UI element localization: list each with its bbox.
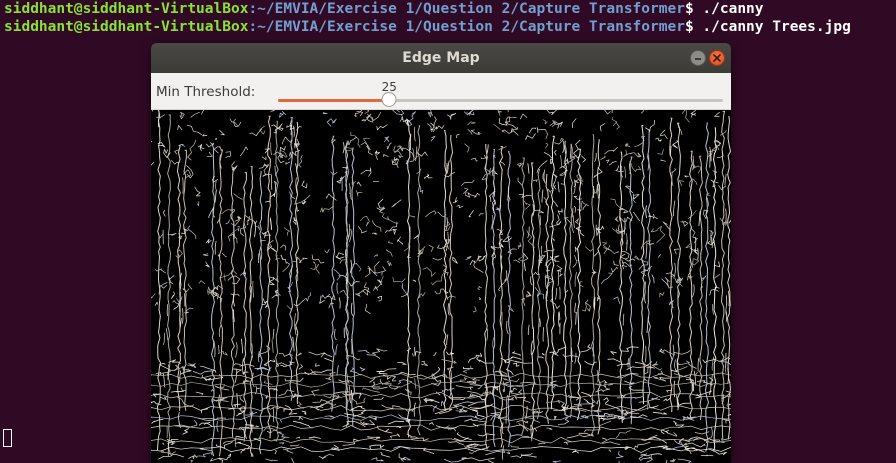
terminal-cursor[interactable] xyxy=(3,429,12,447)
terminal-path: :~/EMVIA/Exercise 1/Question 2/Capture T… xyxy=(248,1,685,17)
window-titlebar[interactable]: Edge Map xyxy=(151,43,731,73)
threshold-toolbar: Min Threshold: 25 xyxy=(151,73,731,110)
terminal-prompt: $ xyxy=(684,19,703,35)
edge-map-window[interactable]: Edge Map Min Threshold: 25 xyxy=(151,43,731,463)
window-title: Edge Map xyxy=(402,50,480,66)
terminal-path: :~/EMVIA/Exercise 1/Question 2/Capture T… xyxy=(248,19,685,35)
slider-label: Min Threshold: xyxy=(156,84,256,100)
terminal-line-2: siddhant@siddhant-VirtualBox:~/EMVIA/Exe… xyxy=(4,18,851,37)
terminal-line-1: siddhant@siddhant-VirtualBox:~/EMVIA/Exe… xyxy=(4,0,764,19)
threshold-slider[interactable] xyxy=(278,99,723,102)
terminal-prompt: $ xyxy=(684,1,703,17)
close-button[interactable] xyxy=(709,50,725,66)
slider-handle[interactable] xyxy=(381,92,397,107)
terminal-user: siddhant@siddhant-VirtualBox xyxy=(4,1,249,17)
terminal-command: ./canny xyxy=(702,1,764,17)
minimize-button[interactable] xyxy=(690,50,706,66)
terminal-user: siddhant@siddhant-VirtualBox xyxy=(4,19,249,35)
edge-map-image xyxy=(151,110,731,463)
slider-fill xyxy=(278,99,390,102)
terminal-command: ./canny Trees.jpg xyxy=(702,19,851,35)
close-icon xyxy=(713,54,721,62)
edge-map-canvas xyxy=(151,110,731,463)
